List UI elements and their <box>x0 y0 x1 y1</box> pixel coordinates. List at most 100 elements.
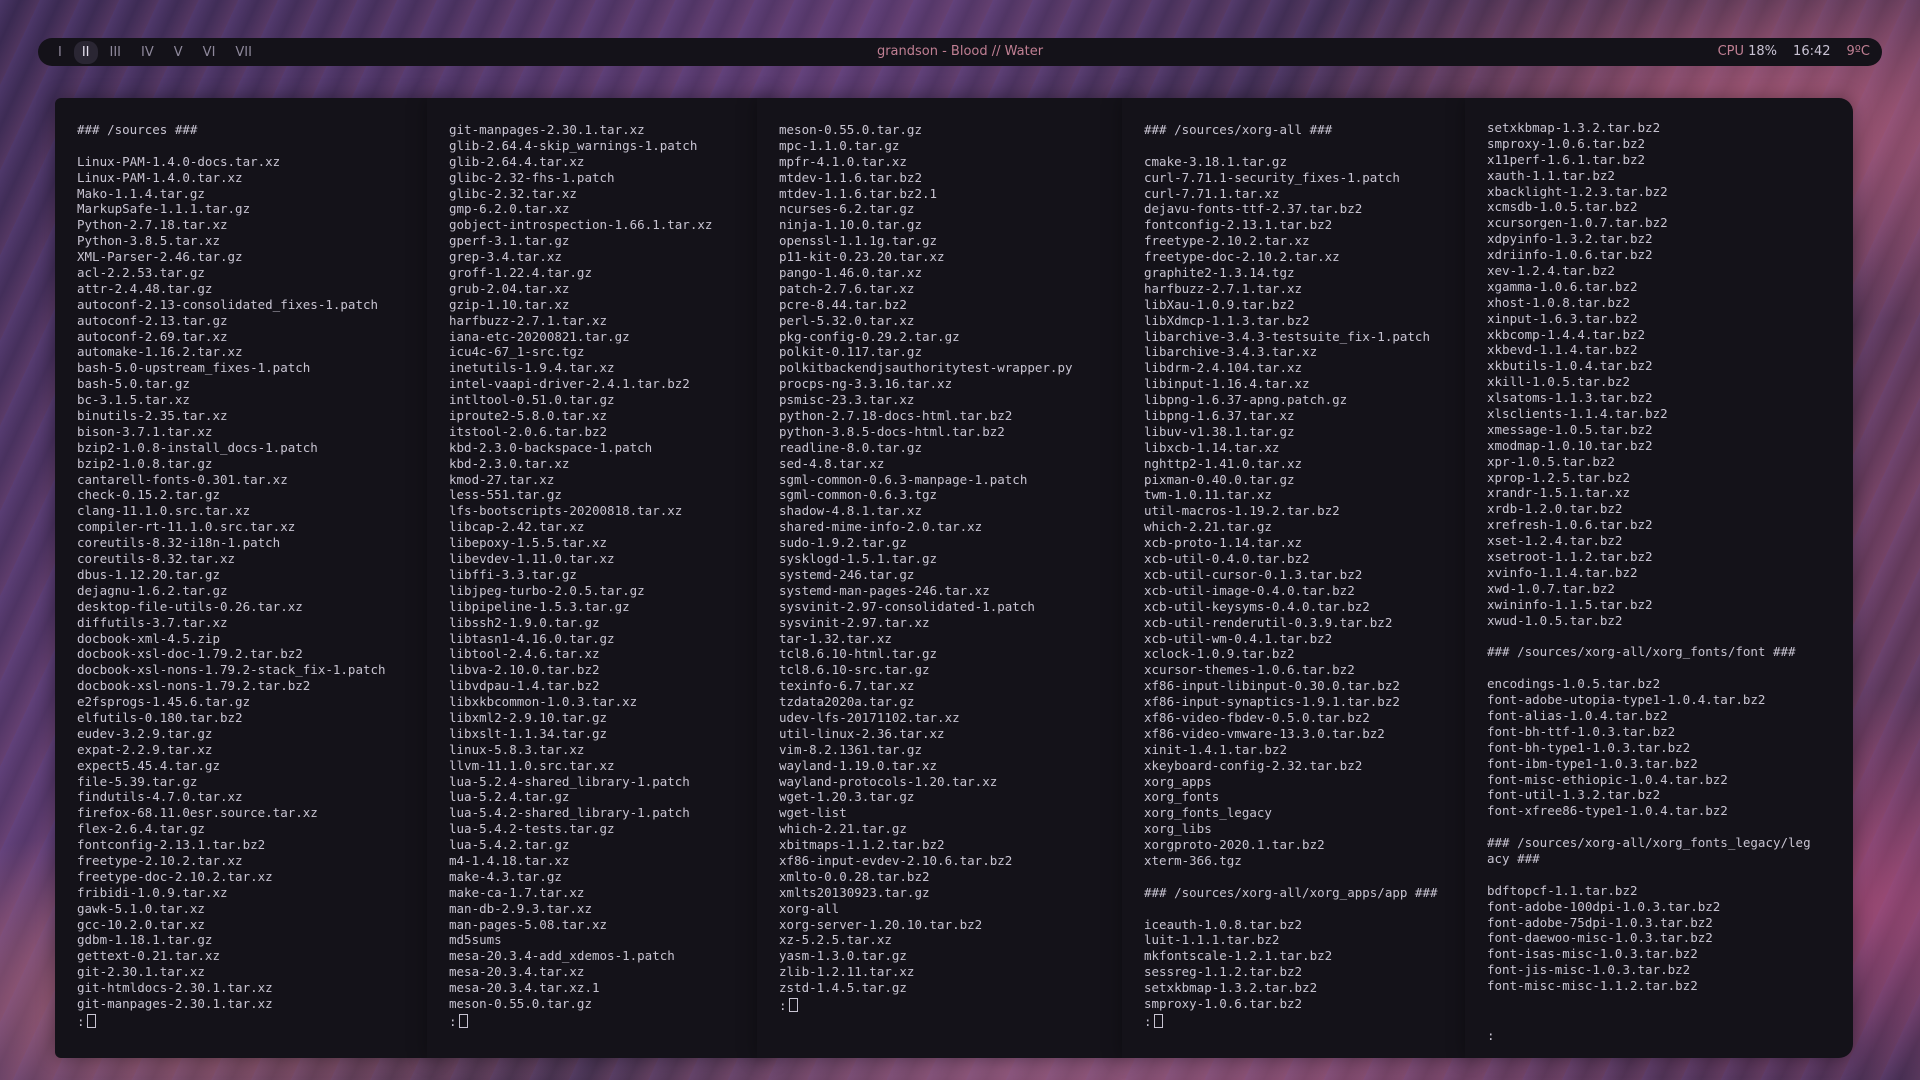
file-entry: mesa-20.3.4-add_xdemos-1.patch <box>449 948 675 964</box>
cpu-indicator: CPU 18% <box>1718 44 1777 59</box>
file-entry: iana-etc-20200821.tar.gz <box>449 328 630 344</box>
file-entry: docbook-xsl-nons-1.79.2.tar.bz2 <box>77 678 311 694</box>
file-entry: libuv-v1.38.1.tar.gz <box>1144 423 1295 439</box>
terminal-window-2[interactable]: git-manpages-2.30.1.tar.xz glib-2.64.4-sk… <box>427 98 772 1058</box>
section-header: ### /sources ### <box>77 122 198 137</box>
file-entry: gzip-1.10.tar.xz <box>449 296 570 312</box>
file-entry: xdriinfo-1.0.6.tar.bz2 <box>1487 247 1653 263</box>
terminal-window-5[interactable]: setxkbmap-1.3.2.tar.bz2 smproxy-1.0.6.tar… <box>1465 98 1853 1058</box>
file-entry: pango-1.46.0.tar.xz <box>779 265 922 281</box>
file-entry: diffutils-3.7.tar.xz <box>77 614 228 630</box>
file-entry: font-misc-ethiopic-1.0.4.tar.bz2 <box>1487 771 1728 787</box>
file-entry: nghttp2-1.41.0.tar.xz <box>1144 455 1303 471</box>
file-entry: pkg-config-0.29.2.tar.gz <box>779 328 960 344</box>
file-entry: coreutils-8.32-i18n-1.patch <box>77 535 281 551</box>
file-entry <box>1144 869 1472 885</box>
file-entry: texinfo-6.7.tar.xz <box>779 678 915 694</box>
file-entry: XML-Parser-2.46.tar.gz <box>77 249 243 265</box>
file-entry: xmlts20130923.tar.gz <box>779 884 930 900</box>
file-entry: elfutils-0.180.tar.bz2 <box>77 709 243 725</box>
file-entry: wayland-1.19.0.tar.xz <box>779 757 938 773</box>
file-entry: tcl8.6.10-src.tar.gz <box>779 662 930 678</box>
file-entry: systemd-man-pages-246.tar.xz <box>779 582 990 598</box>
file-entry: glib-2.64.4-skip_warnings-1.patch <box>449 137 698 153</box>
file-entry: xwud-1.0.5.tar.bz2 <box>1487 612 1623 628</box>
file-entry: libssh2-1.9.0.tar.gz <box>449 614 600 630</box>
cursor-block <box>788 997 798 1012</box>
file-entry: mpc-1.1.0.tar.gz <box>779 137 900 153</box>
file-entry: shadow-4.8.1.tar.xz <box>779 503 922 519</box>
file-entry: xorg_fonts_legacy <box>1144 805 1272 821</box>
file-entry: font-bh-ttf-1.0.3.tar.bz2 <box>1487 723 1676 739</box>
file-entry: xcmsdb-1.0.5.tar.bz2 <box>1487 199 1638 215</box>
cursor-block <box>458 1013 468 1028</box>
file-entry: sudo-1.9.2.tar.gz <box>779 535 907 551</box>
file-entry: Linux-PAM-1.4.0.tar.xz <box>77 169 243 185</box>
file-entry: libpng-1.6.37-apng.patch.gz <box>1144 392 1348 408</box>
file-entry: icu4c-67_1-src.tgz <box>449 344 585 360</box>
file-entry: Linux-PAM-1.4.0-docs.tar.xz <box>77 153 281 169</box>
file-entry: p11-kit-0.23.20.tar.xz <box>779 249 945 265</box>
file-entry: harfbuzz-2.7.1.tar.xz <box>1144 280 1303 296</box>
cursor-block <box>86 1013 96 1028</box>
file-entry: grub-2.04.tar.xz <box>449 280 570 296</box>
file-entry: git-htmldocs-2.30.1.tar.xz <box>77 980 273 996</box>
file-entry: xorg-server-1.20.10.tar.bz2 <box>779 916 983 932</box>
pager-prompt[interactable]: : <box>1487 1028 1853 1044</box>
file-entry: xf86-video-fbdev-0.5.0.tar.bz2 <box>1144 709 1370 725</box>
file-entry: expat-2.2.9.tar.xz <box>77 741 213 757</box>
file-entry: less-551.tar.gz <box>449 487 562 503</box>
file-entry: libxml2-2.9.10.tar.gz <box>449 709 608 725</box>
file-entry: libxcb-1.14.tar.xz <box>1144 439 1280 455</box>
pager-prompt[interactable]: : <box>77 1013 437 1030</box>
file-entry: freetype-doc-2.10.2.tar.xz <box>1144 249 1340 265</box>
file-entry: libepoxy-1.5.5.tar.xz <box>449 535 608 551</box>
file-entry: xrdb-1.2.0.tar.bz2 <box>1487 501 1623 517</box>
pager-prompt[interactable]: : <box>449 1013 772 1030</box>
file-entry: file-5.39.tar.gz <box>77 773 198 789</box>
section-header: ### /sources/xorg-all/xorg_fonts/font ##… <box>1487 644 1796 660</box>
file-entry: font-adobe-100dpi-1.0.3.tar.bz2 <box>1487 898 1721 914</box>
file-entry: kbd-2.3.0.tar.xz <box>449 455 570 471</box>
prompt-text: : <box>779 997 787 1013</box>
file-entry <box>77 138 437 154</box>
file-entry: xsetroot-1.1.2.tar.bz2 <box>1487 549 1653 565</box>
file-entry: readline-8.0.tar.gz <box>779 439 922 455</box>
section-header: ### /sources/xorg-all/xorg_apps/app ### <box>1144 884 1438 900</box>
file-entry <box>1487 1010 1853 1026</box>
pager-prompt[interactable]: : <box>779 997 1127 1014</box>
file-entry: automake-1.16.2.tar.xz <box>77 344 243 360</box>
cpu-value: 18% <box>1748 44 1778 59</box>
file-entry: glibc-2.32-fhs-1.patch <box>449 169 615 185</box>
file-entry: Mako-1.1.4.tar.gz <box>77 185 205 201</box>
file-entry <box>1487 660 1853 676</box>
file-entry: x11perf-1.6.1.tar.bz2 <box>1487 151 1646 167</box>
file-entry: psmisc-23.3.tar.xz <box>779 392 915 408</box>
file-entry: xkbcomp-1.4.4.tar.bz2 <box>1487 326 1646 342</box>
file-entry: xgamma-1.0.6.tar.bz2 <box>1487 278 1638 294</box>
terminal-window-1[interactable]: ### /sources ### Linux-PAM-1.4.0-docs.tar… <box>55 98 437 1058</box>
file-entry: man-pages-5.08.tar.xz <box>449 916 608 932</box>
terminal-window-3[interactable]: meson-0.55.0.tar.gz mpc-1.1.0.tar.gz mpfr-… <box>757 98 1127 1058</box>
file-entry: bzip2-1.0.8.tar.gz <box>77 455 213 471</box>
file-entry: fontconfig-2.13.1.tar.bz2 <box>77 837 266 853</box>
section-header: ### /sources/xorg-all/xorg_fonts_legacy/… <box>1487 835 1811 851</box>
file-entry: xorg-all <box>779 900 840 916</box>
file-entry: gobject-introspection-1.66.1.tar.xz <box>449 217 713 233</box>
file-entry: gperf-3.1.tar.gz <box>449 233 570 249</box>
file-entry: dejavu-fonts-ttf-2.37.tar.bz2 <box>1144 201 1363 217</box>
file-entry: xlsatoms-1.1.3.tar.bz2 <box>1487 390 1653 406</box>
pager-prompt[interactable]: : <box>1144 1013 1472 1030</box>
file-entry: grep-3.4.tar.xz <box>449 249 562 265</box>
file-entry: smproxy-1.0.6.tar.bz2 <box>1144 995 1303 1011</box>
file-entry: eudev-3.2.9.tar.gz <box>77 725 213 741</box>
file-entry: libdrm-2.4.104.tar.xz <box>1144 360 1303 376</box>
file-entry: meson-0.55.0.tar.gz <box>779 122 922 137</box>
file-entry: itstool-2.0.6.tar.bz2 <box>449 423 608 439</box>
file-entry: xev-1.2.4.tar.bz2 <box>1487 263 1615 279</box>
file-entry: zstd-1.4.5.tar.gz <box>779 980 907 996</box>
file-entry: twm-1.0.11.tar.xz <box>1144 487 1272 503</box>
file-entry: m4-1.4.18.tar.xz <box>449 852 570 868</box>
file-entry: compiler-rt-11.1.0.src.tar.xz <box>77 519 296 535</box>
terminal-window-4[interactable]: ### /sources/xorg-all ### cmake-3.18.1.ta… <box>1122 98 1472 1058</box>
